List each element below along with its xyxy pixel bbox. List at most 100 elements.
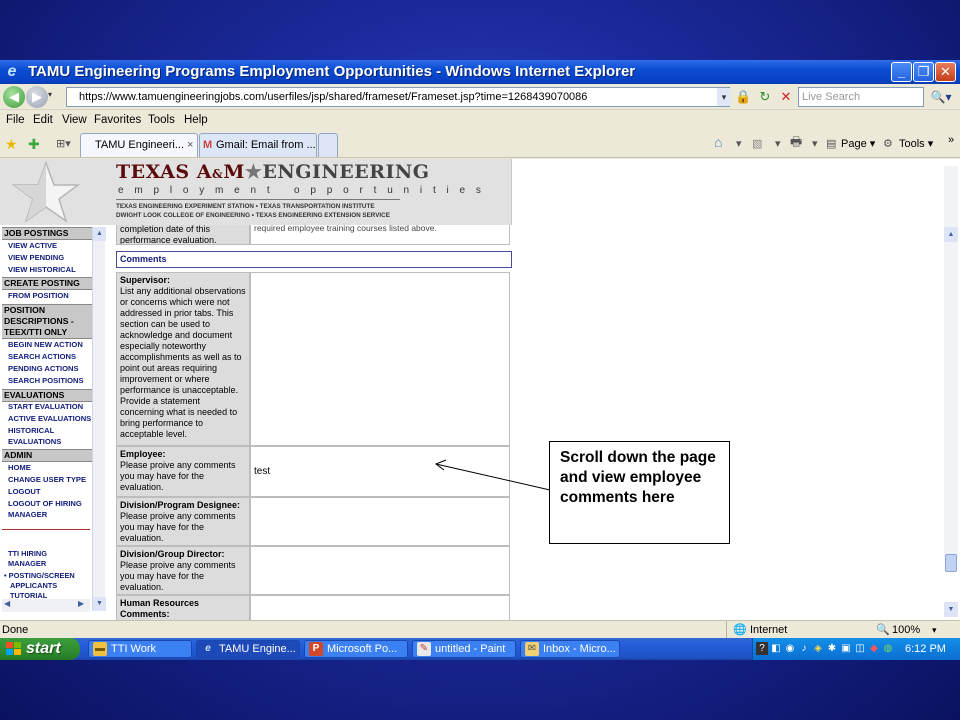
history-dropdown-icon[interactable]: ▾ (48, 90, 52, 99)
sidebar-item-view-historical[interactable]: VIEW HISTORICAL (8, 265, 92, 276)
maximize-button[interactable]: ❐ (913, 62, 934, 82)
sidebar-section-create-posting: CREATE POSTING (2, 277, 92, 290)
taskbar: start ▬ TTI Work e TAMU Engine... P Micr… (0, 638, 960, 660)
menu-file[interactable]: File (6, 110, 25, 130)
refresh-icon[interactable]: ↻ (757, 88, 773, 106)
tab-close-icon[interactable]: × (187, 134, 193, 156)
page-scroll-down-icon[interactable]: ▼ (944, 602, 958, 617)
menu-view[interactable]: View (62, 110, 87, 130)
url-input[interactable]: https://www.tamuengineeringjobs.com/user… (66, 87, 730, 107)
supervisor-comments-field[interactable] (250, 272, 510, 446)
start-button[interactable]: start (0, 638, 80, 660)
clock[interactable]: 6:12 PM (905, 638, 946, 660)
sidebar-posting-screen-tutorial[interactable]: • POSTING/SCREEN APPLICANTS TUTORIAL (4, 571, 88, 601)
back-button[interactable]: ◀ (3, 86, 25, 108)
division-comments-field[interactable] (250, 497, 510, 546)
sidebar-item-begin-new-action[interactable]: BEGIN NEW ACTION (8, 340, 92, 351)
display-tray-icon[interactable]: ▣ (840, 642, 852, 655)
hr-comments-field[interactable] (250, 595, 510, 620)
outlook-icon: ✉ (525, 642, 539, 656)
feeds-icon[interactable]: ▧ (752, 136, 762, 152)
sidebar-item-view-pending[interactable]: VIEW PENDING (8, 253, 92, 264)
quick-tabs-icon[interactable]: ⊞▾ (56, 137, 71, 150)
page-scroll-up-icon[interactable]: ▲ (944, 227, 958, 242)
group-comments-field[interactable] (250, 546, 510, 595)
help-tray-icon[interactable]: ? (756, 642, 768, 655)
sidebar-item-logout[interactable]: LOGOUT (8, 487, 92, 498)
employee-instructions: Please proive any comments you may have … (120, 460, 236, 492)
zoom-level[interactable]: 100% (892, 621, 920, 639)
update-tray-icon[interactable]: ◆ (868, 642, 880, 655)
stop-icon[interactable]: ✕ (778, 88, 794, 106)
sidebar-scrollbar[interactable]: ▲ ▼ (92, 227, 106, 611)
network-tray-icon[interactable]: ◧ (770, 642, 782, 655)
tab-tamu[interactable]: TAMU Engineeri... × (80, 133, 198, 157)
close-button[interactable]: ✕ (935, 62, 956, 82)
brand-engineering: ENGINEERING (262, 161, 430, 183)
sidebar-item-from-position[interactable]: FROM POSITION (8, 291, 92, 302)
wireless-tray-icon[interactable]: ◍ (882, 642, 894, 655)
speaker-tray-icon[interactable]: ◉ (784, 642, 796, 655)
taskbar-item-inbox[interactable]: ✉ Inbox - Micro... (520, 640, 620, 658)
sidebar-section-evaluations: EVALUATIONS (2, 389, 92, 402)
scroll-up-icon[interactable]: ▲ (93, 227, 106, 241)
page-menu[interactable]: Page ▾ (841, 136, 875, 152)
sidebar-item-pending-actions[interactable]: PENDING ACTIONS (8, 364, 92, 375)
sidebar-horizontal-scrollbar[interactable]: ◀ ▶ (2, 599, 90, 612)
status-divider (726, 621, 727, 639)
menu-help[interactable]: Help (184, 110, 208, 130)
title-bar[interactable]: e TAMU Engineering Programs Employment O… (0, 60, 960, 84)
forward-button[interactable]: ▶ (26, 86, 48, 108)
add-favorite-icon[interactable]: ✚ (28, 136, 40, 153)
tti-line-1: TTI HIRING (8, 549, 48, 558)
scroll-right-icon[interactable]: ▶ (78, 599, 84, 608)
scroll-left-icon[interactable]: ◀ (4, 599, 10, 608)
page-scrollbar[interactable]: ▲ ▼ (944, 166, 958, 617)
search-icon[interactable]: 🔍▾ (926, 88, 956, 106)
sidebar-item-search-actions[interactable]: SEARCH ACTIONS (8, 352, 92, 363)
print-icon[interactable]: 🖶 (790, 134, 802, 150)
taskbar-item-tamu[interactable]: e TAMU Engine... (196, 640, 300, 658)
zoom-icon: 🔍 (876, 624, 890, 636)
sidebar-item-change-user-type[interactable]: CHANGE USER TYPE (8, 475, 92, 486)
menu-favorites[interactable]: Favorites (94, 110, 141, 130)
search-input[interactable]: Live Search (798, 87, 924, 107)
home-icon[interactable]: ⌂ (714, 134, 722, 150)
sidebar-item-home[interactable]: HOME (8, 463, 92, 474)
sidebar-item-search-positions[interactable]: SEARCH POSITIONS (8, 376, 92, 387)
lock-icon[interactable]: 🔒 (735, 88, 751, 106)
tools-menu[interactable]: Tools ▾ (899, 136, 933, 152)
new-tab-button[interactable] (318, 133, 338, 157)
menu-edit[interactable]: Edit (33, 110, 53, 130)
shield-tray-icon[interactable]: ◈ (812, 642, 824, 655)
zoom-dropdown-icon[interactable]: ▾ (932, 621, 937, 639)
sidebar-item-logout-hiring-manager[interactable]: LOGOUT OF HIRING MANAGER (8, 499, 92, 520)
sidebar-item-active-evaluations[interactable]: ACTIVE EVALUATIONS (8, 414, 92, 425)
bluetooth-tray-icon[interactable]: ✱ (826, 642, 838, 655)
employee-title: Employee: (120, 449, 166, 459)
powerpoint-icon: P (309, 642, 323, 656)
feeds-dropdown-icon[interactable]: ▾ (775, 136, 781, 152)
home-dropdown-icon[interactable]: ▾ (736, 136, 742, 152)
url-dropdown-icon[interactable]: ▾ (717, 88, 731, 106)
favorites-star-icon[interactable]: ★ (5, 136, 18, 153)
taskbar-item-powerpoint[interactable]: P Microsoft Po... (304, 640, 408, 658)
gear-icon: ⚙ (883, 138, 893, 150)
tab-gmail[interactable]: M Gmail: Email from ... (199, 133, 317, 157)
division-title: Division/Program Designee: (120, 500, 241, 510)
minimize-button[interactable]: _ (891, 62, 912, 82)
sidebar-item-start-evaluation[interactable]: START EVALUATION (8, 402, 92, 413)
printer-tray-icon[interactable]: ◫ (854, 642, 866, 655)
sidebar-item-historical-evaluations[interactable]: HISTORICAL EVALUATIONS (8, 426, 92, 447)
volume-tray-icon[interactable]: ♪ (798, 642, 810, 655)
scroll-down-icon[interactable]: ▼ (93, 597, 106, 611)
taskbar-item-paint[interactable]: ✎ untitled - Paint (412, 640, 516, 658)
taskbar-item-label: Microsoft Po... (327, 643, 398, 655)
page-scroll-thumb[interactable] (945, 554, 957, 572)
taskbar-item-tti-work[interactable]: ▬ TTI Work (88, 640, 192, 658)
more-commands-icon[interactable]: » (948, 132, 954, 148)
print-dropdown-icon[interactable]: ▾ (812, 136, 818, 152)
sidebar-item-view-active[interactable]: VIEW ACTIVE (8, 241, 92, 252)
tab-label: TAMU Engineeri... (95, 139, 185, 151)
menu-tools[interactable]: Tools (148, 110, 175, 130)
